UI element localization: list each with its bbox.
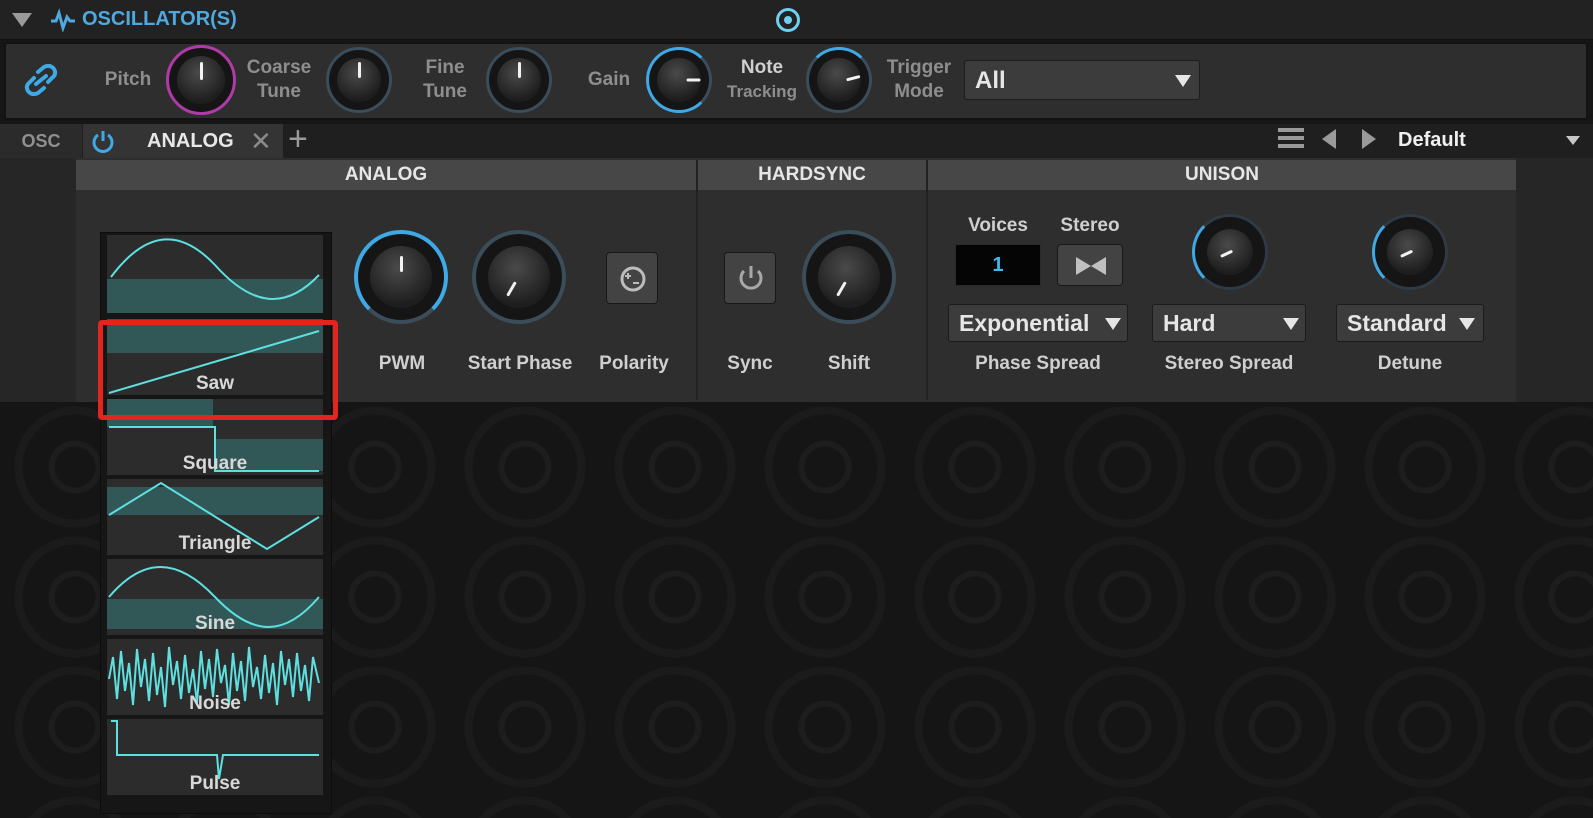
note-tracking-knob[interactable] — [806, 47, 872, 113]
stereo-spread-knob[interactable] — [1192, 214, 1268, 290]
fine-tune-label-2: Tune — [423, 81, 467, 102]
note-tracking-label-1: Note — [740, 57, 784, 78]
detune-value: Standard — [1347, 310, 1447, 336]
trigger-mode-label-1: Trigger — [886, 57, 952, 78]
pitch-label: Pitch — [104, 69, 152, 90]
chevron-down-icon — [1175, 75, 1191, 87]
link-icon[interactable] — [24, 64, 60, 96]
sine-wave-icon — [110, 238, 320, 300]
pitch-knob[interactable] — [166, 45, 236, 115]
stereo-label: Stereo — [1060, 215, 1120, 236]
waveform-option-noise[interactable]: Noise — [107, 639, 323, 715]
plus-icon[interactable]: + — [288, 122, 308, 156]
power-icon[interactable] — [90, 128, 116, 154]
polarity-button[interactable] — [606, 252, 658, 304]
start-phase-label: Start Phase — [467, 353, 573, 374]
detune-dropdown[interactable]: Standard — [1336, 304, 1484, 342]
target-icon[interactable] — [776, 8, 800, 32]
waveform-option-pulse[interactable]: Pulse — [107, 719, 323, 795]
voices-label: Voices — [968, 215, 1028, 236]
chevron-down-icon — [1283, 318, 1299, 330]
fine-tune-knob[interactable] — [486, 47, 552, 113]
waveform-label: Pulse — [189, 773, 241, 794]
arrow-left-icon[interactable] — [1322, 129, 1336, 149]
phase-spread-label: Phase Spread — [975, 353, 1101, 374]
tab-osc[interactable]: OSC — [0, 124, 82, 158]
shift-label: Shift — [827, 353, 871, 374]
waveform-label: Triangle — [178, 533, 252, 554]
pulse-icon — [51, 8, 75, 32]
section-header-analog: ANALOG — [76, 160, 696, 190]
note-tracking-label-2: Tracking — [727, 82, 797, 101]
waveform-option-triangle[interactable]: Triangle — [107, 479, 323, 555]
stereo-icon — [1076, 257, 1106, 275]
waveform-label: Square — [182, 453, 248, 474]
shift-knob[interactable] — [802, 230, 896, 324]
arrow-right-icon[interactable] — [1362, 129, 1376, 149]
phase-spread-dropdown[interactable]: Exponential — [948, 304, 1128, 342]
waveform-label: Sine — [194, 613, 236, 634]
preset-selector[interactable]: Default — [1398, 129, 1466, 152]
voices-field[interactable]: 1 — [955, 244, 1041, 286]
divider — [926, 160, 928, 400]
panel-margin-left — [0, 158, 76, 402]
chevron-down-icon[interactable] — [1566, 136, 1580, 145]
gain-knob[interactable] — [646, 47, 712, 113]
stereo-spread-label: Stereo Spread — [1164, 353, 1294, 374]
coarse-tune-label-2: Tune — [257, 81, 301, 102]
waveform-option-sine-top[interactable] — [107, 235, 323, 313]
divider — [696, 160, 698, 400]
detune-label: Detune — [1377, 353, 1443, 374]
triangle-down-icon[interactable] — [12, 13, 32, 27]
pwm-knob[interactable] — [354, 230, 448, 324]
polarity-label: Polarity — [599, 353, 669, 374]
gain-label: Gain — [587, 69, 631, 90]
start-phase-knob[interactable] — [472, 230, 566, 324]
sync-label: Sync — [727, 353, 773, 374]
polarity-icon — [620, 266, 646, 292]
stereo-spread-dropdown[interactable]: Hard — [1152, 304, 1306, 342]
stereo-button[interactable] — [1057, 244, 1123, 286]
sync-button[interactable] — [724, 252, 776, 304]
trigger-mode-value: All — [975, 67, 1006, 94]
chevron-down-icon — [1105, 318, 1121, 330]
power-icon — [739, 266, 763, 290]
waveform-option-sine[interactable]: Sine — [107, 559, 323, 635]
detune-knob[interactable] — [1372, 214, 1448, 290]
section-header-unison: UNISON — [928, 160, 1516, 190]
chevron-down-icon — [1459, 318, 1475, 330]
selection-highlight — [98, 320, 338, 420]
fine-tune-label-1: Fine — [425, 57, 465, 78]
phase-spread-value: Exponential — [959, 310, 1090, 336]
pwm-label: PWM — [378, 353, 426, 374]
coarse-tune-knob[interactable] — [326, 47, 392, 113]
trigger-mode-label-2: Mode — [894, 81, 944, 102]
close-icon[interactable]: ✕ — [250, 126, 272, 157]
hamburger-icon[interactable] — [1278, 128, 1304, 150]
section-header-hardsync: HARDSYNC — [698, 160, 926, 190]
section-title: OSCILLATOR(S) — [82, 8, 237, 30]
stereo-spread-value: Hard — [1163, 310, 1216, 336]
panel-margin-right — [1516, 158, 1593, 402]
waveform-label: Noise — [189, 693, 241, 714]
coarse-tune-label-1: Coarse — [246, 57, 312, 78]
trigger-mode-dropdown[interactable]: All — [964, 60, 1200, 100]
tab-analog-label: ANALOG — [147, 130, 234, 152]
